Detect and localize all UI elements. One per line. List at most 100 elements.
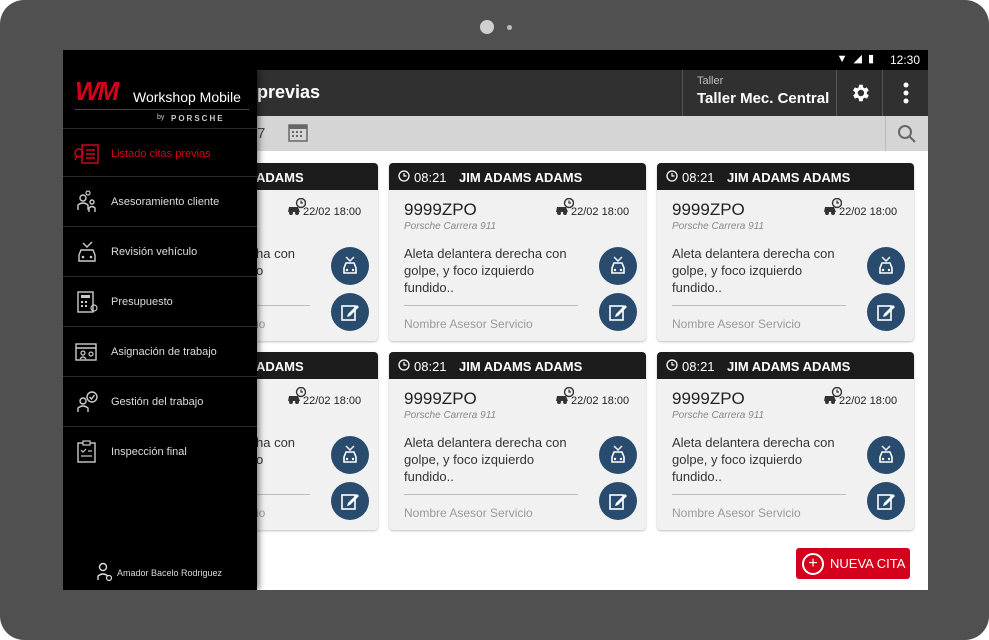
menu-item-inspeccion[interactable]: Inspección final: [63, 426, 257, 476]
card-description: Aleta delantera derecha con golpe, y foc…: [404, 246, 567, 295]
advisor-icon: [63, 189, 111, 214]
card-plate: 9999ZPO: [404, 389, 477, 408]
menu-item-revision[interactable]: Revisión vehículo: [63, 226, 257, 276]
appointment-card[interactable]: 08:21 JIM ADAMS ADAMS 9999ZPO Porsche Ca…: [657, 352, 914, 530]
new-appointment-button[interactable]: + NUEVA CITA: [796, 548, 910, 579]
edit-button[interactable]: [867, 482, 905, 520]
work-manage-icon: [63, 390, 111, 414]
edit-icon: [609, 494, 627, 510]
appointment-card[interactable]: 08:21 JIM ADAMS ADAMS 9999ZPO Porsche Ca…: [389, 163, 646, 341]
calendar-button[interactable]: [288, 122, 308, 147]
card-owner: JIM ADAMS ADAMS: [727, 170, 851, 185]
vehicle-check-button[interactable]: [867, 436, 905, 474]
card-time: 08:21: [414, 359, 447, 374]
menu-item-label: Gestión del trabajo: [111, 395, 204, 408]
new-appointment-label: NUEVA CITA: [830, 556, 906, 571]
menu-item-asignacion[interactable]: Asignación de trabajo: [63, 326, 257, 376]
clock-icon: [398, 359, 410, 374]
edit-icon: [877, 305, 895, 321]
card-datetime: 22/02 18:00: [839, 206, 898, 218]
app-logo: WM Workshop Mobile by PORSCHE: [75, 76, 249, 124]
card-model: Porsche Carrera 911: [404, 410, 497, 421]
edit-button[interactable]: [867, 293, 905, 331]
menu-item-presupuesto[interactable]: Presupuesto: [63, 276, 257, 326]
card-divider: [404, 305, 578, 306]
card-time: 08:21: [414, 170, 447, 185]
card-time: 08:21: [682, 170, 715, 185]
edit-icon: [877, 494, 895, 510]
card-plate: 9999ZPO: [672, 200, 745, 219]
search-icon: [898, 124, 916, 143]
appointment-card[interactable]: 08:21 JIM ADAMS ADAMS 9999ZPO Porsche Ca…: [657, 163, 914, 341]
list-icon: [63, 143, 111, 165]
card-advisor: Nombre Asesor Servicio: [672, 317, 801, 331]
card-datetime: 22/02 18:00: [303, 206, 362, 218]
overflow-menu-button[interactable]: [882, 70, 928, 116]
vehicle-check-button[interactable]: [867, 247, 905, 285]
card-datetime: 22/02 18:00: [571, 395, 630, 407]
menu-item-label: Asesoramiento cliente: [111, 195, 220, 208]
vehicle-check-button[interactable]: [599, 436, 637, 474]
workshop-label: Taller: [697, 75, 724, 87]
assign-icon: [63, 340, 111, 364]
date-value[interactable]: 7: [257, 125, 265, 142]
status-bar: ▼◢▮ 12:30: [63, 50, 928, 70]
car-inspect-icon: [879, 256, 893, 274]
car-inspect-icon: [343, 256, 357, 274]
calendar-icon: [288, 124, 308, 142]
car-inspect-icon: [343, 445, 357, 463]
menu-item-asesoramiento[interactable]: Asesoramiento cliente: [63, 176, 257, 226]
vehicle-check-button[interactable]: [331, 247, 369, 285]
edit-button[interactable]: [599, 293, 637, 331]
card-owner: ADAMS: [256, 359, 304, 374]
menu-item-label: Inspección final: [111, 445, 187, 458]
edit-button[interactable]: [331, 293, 369, 331]
edit-button[interactable]: [599, 482, 637, 520]
more-vert-icon: [903, 82, 908, 104]
card-datetime: 22/02 18:00: [839, 395, 898, 407]
camera: [480, 20, 494, 34]
status-icons: ▼◢▮: [836, 53, 880, 65]
car-inspect-icon: [879, 445, 893, 463]
vehicle-check-button[interactable]: [599, 247, 637, 285]
settings-button[interactable]: [836, 70, 882, 116]
card-model: Porsche Carrera 911: [404, 221, 497, 232]
card-datetime: 22/02 18:00: [303, 395, 362, 407]
vehicle-check-button[interactable]: [331, 436, 369, 474]
card-divider: [404, 494, 578, 495]
menu-item-gestion[interactable]: Gestión del trabajo: [63, 376, 257, 426]
car-check-icon: [63, 240, 111, 264]
card-advisor: io: [256, 506, 266, 520]
workshop-selector[interactable]: Taller Taller Mec. Central: [682, 70, 836, 116]
card-description: ha con o: [256, 435, 296, 467]
card-divider: [256, 494, 310, 495]
menu-item-listado-citas[interactable]: Listado citas previas: [63, 128, 257, 178]
search-button[interactable]: [885, 116, 928, 151]
card-owner: JIM ADAMS ADAMS: [459, 359, 583, 374]
workshop-value: Taller Mec. Central: [697, 90, 830, 107]
edit-icon: [341, 494, 359, 510]
card-plate: 9999ZPO: [404, 200, 477, 219]
user-profile[interactable]: Amador Bacelo Rodriguez: [97, 562, 222, 584]
clock-icon: [666, 359, 678, 374]
plus-icon: +: [802, 552, 824, 575]
menu-item-label: Asignación de trabajo: [111, 345, 217, 358]
card-header: 08:21 JIM ADAMS ADAMS: [389, 352, 646, 379]
card-header: 08:21 JIM ADAMS ADAMS: [657, 352, 914, 379]
card-model: Porsche Carrera 911: [672, 410, 765, 421]
card-description: Aleta delantera derecha con golpe, y foc…: [672, 435, 835, 484]
gear-icon: [852, 84, 869, 102]
screen: ▼◢▮ 12:30 previas Taller Taller Mec. Cen…: [63, 50, 928, 590]
card-plate: 9999ZPO: [672, 389, 745, 408]
user-icon: [97, 562, 113, 584]
appointment-card[interactable]: 08:21 JIM ADAMS ADAMS 9999ZPO Porsche Ca…: [389, 352, 646, 530]
card-advisor: Nombre Asesor Servicio: [404, 506, 533, 520]
card-description: ha con o: [256, 246, 296, 278]
edit-icon: [609, 305, 627, 321]
edit-button[interactable]: [331, 482, 369, 520]
edit-icon: [341, 305, 359, 321]
checklist-icon: [63, 439, 111, 464]
card-advisor: Nombre Asesor Servicio: [672, 506, 801, 520]
card-header: 08:21 JIM ADAMS ADAMS: [657, 163, 914, 190]
card-divider: [256, 305, 310, 306]
